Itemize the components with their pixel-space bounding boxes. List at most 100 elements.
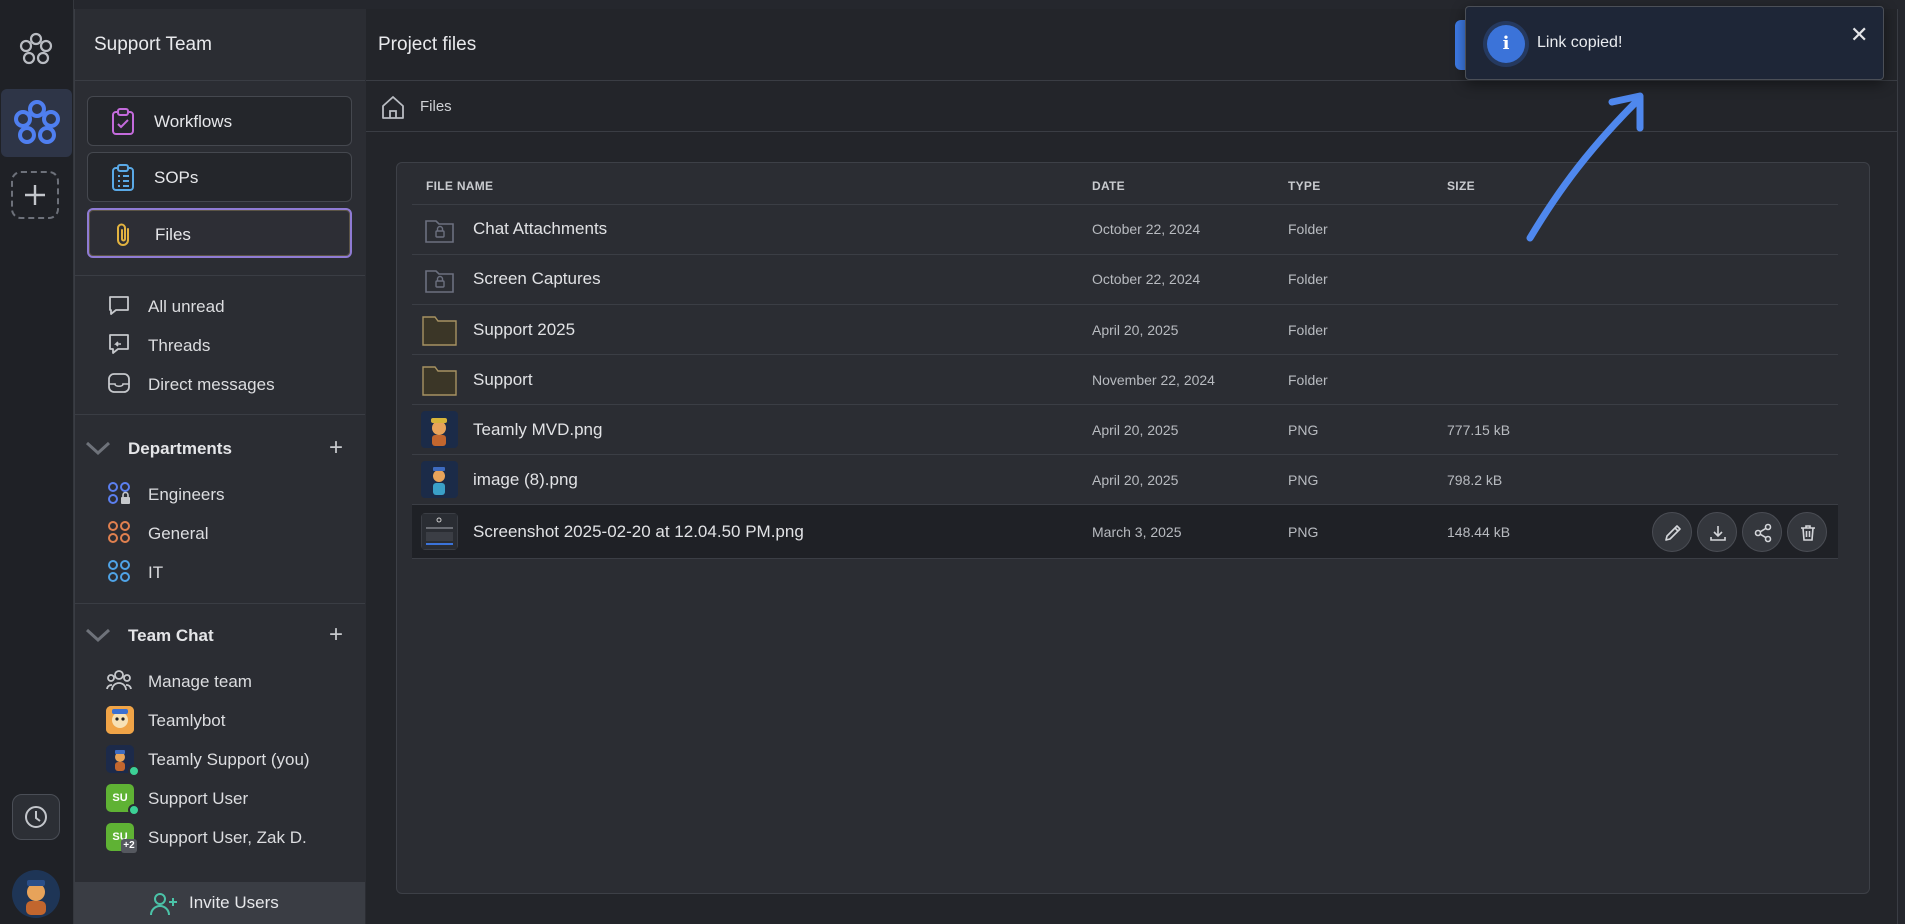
- nav-sops-label: SOPs: [154, 168, 199, 187]
- file-size: 777.15 kB: [1447, 422, 1511, 438]
- group-icon: [108, 521, 130, 543]
- folder-icon: [422, 316, 457, 346]
- clipboard-check-icon: [112, 108, 134, 135]
- member-count-badge: +2: [121, 839, 137, 853]
- nav-workflows-button[interactable]: Workflows: [87, 96, 352, 146]
- file-date: November 22, 2024: [1092, 372, 1215, 388]
- department-it[interactable]: IT: [106, 558, 356, 588]
- column-header-type[interactable]: TYPE: [1288, 179, 1321, 193]
- invite-users-button[interactable]: Invite Users: [74, 882, 365, 924]
- user-avatar[interactable]: [12, 870, 60, 918]
- locked-folder-icon: [425, 270, 454, 293]
- quick-all-unread-label: All unread: [148, 297, 225, 316]
- chat-teamly-support[interactable]: Teamly Support (you): [106, 745, 356, 777]
- pencil-icon: [1665, 525, 1681, 541]
- download-icon: [1710, 526, 1726, 541]
- departments-section-header[interactable]: Departments +: [84, 435, 354, 463]
- chat-group-support-user-zak[interactable]: SU +2 Support User, Zak D.: [106, 823, 356, 853]
- toast-notification: i Link copied! ✕: [1465, 6, 1884, 80]
- folder-icon: [422, 366, 457, 396]
- column-header-date[interactable]: DATE: [1092, 179, 1125, 193]
- home-icon[interactable]: [380, 94, 406, 125]
- chat-support-user[interactable]: SU Support User: [106, 784, 356, 816]
- file-type: PNG: [1288, 422, 1319, 438]
- file-name: Screenshot 2025-02-20 at 12.04.50 PM.png: [473, 522, 804, 541]
- delete-button[interactable]: [1787, 512, 1827, 552]
- file-type: Folder: [1288, 372, 1328, 388]
- file-date: October 22, 2024: [1092, 271, 1201, 287]
- app-logo-icon[interactable]: [18, 31, 54, 67]
- file-type: Folder: [1288, 322, 1328, 338]
- table-row-hovered[interactable]: Screenshot 2025-02-20 at 12.04.50 PM.png…: [412, 504, 1838, 559]
- team-chat-title: Team Chat: [128, 626, 214, 645]
- sidebar-divider: [74, 275, 365, 276]
- add-workspace-button[interactable]: [11, 171, 59, 219]
- team-chat-section-header[interactable]: Team Chat +: [84, 622, 354, 650]
- chevron-down-icon: [85, 441, 111, 456]
- quick-direct-messages[interactable]: Direct messages: [106, 370, 356, 400]
- page-title: Project files: [378, 34, 477, 55]
- download-button[interactable]: [1697, 512, 1737, 552]
- chat-manage-team-label: Manage team: [148, 672, 252, 691]
- quick-all-unread[interactable]: All unread: [106, 292, 356, 322]
- close-icon[interactable]: ✕: [1850, 22, 1868, 48]
- user-plus-icon: [150, 893, 177, 916]
- teamlybot-avatar: [106, 706, 134, 734]
- workspace-support-team[interactable]: [1, 89, 72, 157]
- screenshot-thumbnail: [421, 513, 458, 550]
- chat-bubble-icon: [109, 296, 129, 315]
- file-date: March 3, 2025: [1092, 524, 1182, 540]
- nav-sops-button[interactable]: SOPs: [87, 152, 352, 202]
- column-header-size[interactable]: SIZE: [1447, 179, 1475, 193]
- nav-files-label: Files: [155, 225, 191, 244]
- nav-files-button[interactable]: Files: [87, 208, 352, 258]
- inbox-icon: [108, 373, 130, 393]
- workspace-rail: [0, 0, 74, 924]
- table-row[interactable]: Screen Captures October 22, 2024 Folder: [412, 254, 1838, 304]
- group-lock-icon: [108, 482, 130, 504]
- table-row[interactable]: Support November 22, 2024 Folder: [412, 354, 1838, 404]
- nav-workflows-label: Workflows: [154, 112, 233, 131]
- team-name: Support Team: [94, 34, 212, 55]
- sidebar-divider: [74, 414, 365, 415]
- file-size: 798.2 kB: [1447, 472, 1503, 488]
- chat-teamlybot[interactable]: Teamlybot: [106, 706, 356, 736]
- file-date: April 20, 2025: [1092, 472, 1179, 488]
- file-name: Chat Attachments: [473, 219, 608, 238]
- file-size: 148.44 kB: [1447, 524, 1511, 540]
- clock-icon[interactable]: [12, 794, 60, 840]
- paperclip-icon: [117, 223, 129, 246]
- department-general[interactable]: General: [106, 519, 356, 549]
- image-thumbnail: [421, 411, 458, 448]
- departments-title: Departments: [128, 439, 232, 458]
- department-engineers-label: Engineers: [148, 485, 225, 504]
- file-name: image (8).png: [473, 470, 578, 489]
- arrow-annotation-icon: [1526, 92, 1644, 242]
- table-row[interactable]: Support 2025 April 20, 2025 Folder: [412, 304, 1838, 354]
- quick-threads[interactable]: Threads: [106, 331, 356, 361]
- table-row[interactable]: image (8).png April 20, 2025 PNG 798.2 k…: [412, 454, 1838, 504]
- chat-manage-team[interactable]: Manage team: [106, 667, 356, 697]
- chevron-down-icon: [85, 628, 111, 643]
- file-name: Support: [473, 370, 533, 389]
- department-engineers[interactable]: Engineers: [106, 480, 356, 510]
- invite-users-label: Invite Users: [189, 893, 279, 912]
- chat-teamly-support-label: Teamly Support (you): [148, 750, 310, 769]
- users-icon: [106, 670, 132, 691]
- file-name: Screen Captures: [473, 269, 601, 288]
- column-header-name[interactable]: FILE NAME: [426, 179, 493, 193]
- breadcrumb[interactable]: Files: [420, 98, 452, 115]
- group-icon: [108, 560, 130, 582]
- file-date: April 20, 2025: [1092, 322, 1179, 338]
- toast-message: Link copied!: [1537, 34, 1623, 51]
- image-thumbnail: [421, 461, 458, 498]
- share-button[interactable]: [1742, 512, 1782, 552]
- share-icon: [1754, 523, 1772, 543]
- rename-button[interactable]: [1652, 512, 1692, 552]
- info-icon: i: [1487, 25, 1525, 63]
- online-status-dot: [128, 765, 140, 777]
- table-row[interactable]: Teamly MVD.png April 20, 2025 PNG 777.15…: [412, 404, 1838, 454]
- add-chat-icon[interactable]: +: [329, 623, 343, 647]
- quick-direct-messages-label: Direct messages: [148, 375, 275, 394]
- add-department-icon[interactable]: +: [329, 436, 343, 460]
